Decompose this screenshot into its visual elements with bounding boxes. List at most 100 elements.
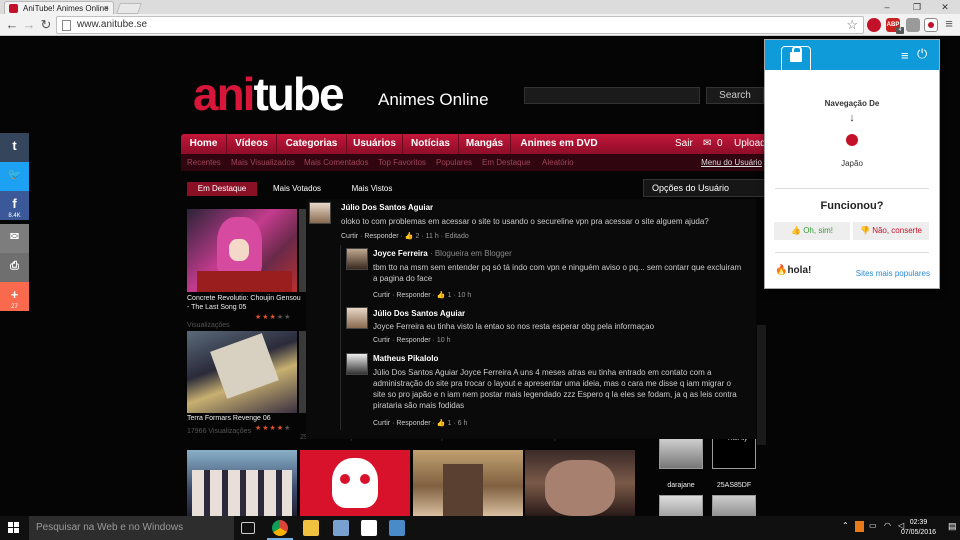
- hola-menu-icon[interactable]: ≡: [901, 48, 909, 63]
- bookmark-star-icon[interactable]: ☆: [846, 17, 858, 33]
- print-share-button[interactable]: ⎙: [0, 253, 29, 282]
- forward-arrow-icon[interactable]: →: [21, 17, 37, 33]
- mail-icon[interactable]: ✉: [703, 134, 711, 154]
- commenter-name[interactable]: Júlio Dos Santos Aguiar: [341, 203, 433, 212]
- country-label[interactable]: Japão: [765, 159, 939, 168]
- user-avatar[interactable]: [712, 495, 756, 516]
- tray-app-icon[interactable]: [855, 521, 864, 532]
- tab-close-icon[interactable]: ×: [104, 3, 109, 13]
- comment-time[interactable]: 10 h: [458, 292, 472, 299]
- video-thumbnail[interactable]: [525, 450, 635, 516]
- facebook-share-button[interactable]: f 8.4K: [0, 191, 29, 220]
- nav-sair[interactable]: Sair: [675, 134, 693, 154]
- reload-icon[interactable]: ↻: [38, 17, 54, 33]
- nav-upload[interactable]: Upload: [734, 134, 766, 154]
- popular-sites-link[interactable]: Sites mais populares: [856, 269, 930, 278]
- power-icon[interactable]: ⏻: [917, 46, 927, 62]
- windows-start-icon[interactable]: [8, 522, 20, 534]
- more-share-button[interactable]: +27: [0, 282, 29, 311]
- store-icon[interactable]: [361, 520, 377, 536]
- commenter-avatar[interactable]: [309, 202, 331, 224]
- site-search-input[interactable]: [524, 87, 700, 104]
- subnav-populares[interactable]: Populares: [436, 154, 472, 171]
- extension-gray-icon[interactable]: [906, 18, 920, 32]
- subnav-em-destaque[interactable]: Em Destaque: [482, 154, 530, 171]
- reply-link[interactable]: Responder: [396, 337, 430, 344]
- close-window-button[interactable]: ✕: [930, 0, 960, 14]
- browser-tab[interactable]: AniTube! Animes Online ×: [4, 1, 114, 14]
- commenter-name[interactable]: Joyce Ferreira · Blogueira em Blogger: [373, 249, 512, 258]
- commenter-avatar[interactable]: [346, 353, 368, 375]
- message-count: 0: [717, 138, 723, 149]
- tray-up-arrow-icon[interactable]: ⌃: [842, 521, 849, 530]
- hola-extension-icon[interactable]: [924, 18, 938, 32]
- subnav-mais-visualizados[interactable]: Mais Visualizados: [231, 154, 295, 171]
- user-menu-link[interactable]: Menu do Usuário: [701, 154, 762, 171]
- tab-mais-vistos[interactable]: Mais Vistos: [337, 182, 407, 196]
- chrome-icon[interactable]: [272, 520, 288, 536]
- like-link[interactable]: Curtir: [373, 420, 390, 427]
- subnav-mais-comentados[interactable]: Mais Comentados: [304, 154, 368, 171]
- tab-em-destaque[interactable]: Em Destaque: [187, 182, 257, 196]
- video-title[interactable]: Terra Formars Revenge 06: [187, 414, 302, 423]
- task-view-icon[interactable]: [241, 522, 255, 534]
- user-avatar[interactable]: [659, 495, 703, 516]
- video-thumbnail[interactable]: [300, 450, 410, 516]
- skull-eye-shape: [340, 474, 350, 484]
- tab-mais-votados[interactable]: Mais Votados: [262, 182, 332, 196]
- share-count: 8.4K: [8, 213, 21, 219]
- nav-usuarios[interactable]: Usuários: [347, 134, 403, 154]
- subnav-aleatorio[interactable]: Aleatório: [542, 154, 574, 171]
- video-title[interactable]: Concrete Revolutio: Choujin Gensou - The…: [187, 294, 302, 312]
- nav-animes-dvd[interactable]: Animes em DVD: [511, 134, 607, 154]
- comment-time[interactable]: 11 h: [426, 233, 439, 240]
- video-thumbnail[interactable]: [187, 331, 297, 413]
- video-thumbnail[interactable]: [413, 450, 523, 516]
- email-share-button[interactable]: ✉: [0, 224, 29, 253]
- battery-icon[interactable]: ▭: [869, 521, 877, 530]
- commenter-avatar[interactable]: [346, 248, 368, 270]
- reply-link[interactable]: Responder: [396, 420, 430, 427]
- no-fix-button[interactable]: 👎 Não, conserte: [853, 222, 929, 240]
- subnav-top-favoritos[interactable]: Top Favoritos: [378, 154, 426, 171]
- taskbar-search-input[interactable]: Pesquisar na Web e no Windows: [29, 516, 234, 540]
- taskbar-clock[interactable]: 02:39 07/05/2016: [901, 518, 936, 538]
- back-arrow-icon[interactable]: ←: [4, 17, 20, 33]
- japan-flag-icon[interactable]: [846, 134, 858, 146]
- yes-button[interactable]: 👍 Oh, sim!: [774, 222, 850, 240]
- file-explorer-icon[interactable]: [303, 520, 319, 536]
- extension-red-icon[interactable]: [867, 18, 881, 32]
- nav-videos[interactable]: Vídeos: [227, 134, 277, 154]
- nav-categorias[interactable]: Categorias: [277, 134, 347, 154]
- video-thumbnail[interactable]: [187, 209, 297, 292]
- tumblr-share-button[interactable]: t: [0, 133, 29, 162]
- subnav-recentes[interactable]: Recentes: [187, 154, 221, 171]
- media-player-icon[interactable]: [333, 520, 349, 536]
- network-app-icon[interactable]: [389, 520, 405, 536]
- notifications-icon[interactable]: ▤: [948, 521, 957, 532]
- nav-home[interactable]: Home: [181, 134, 227, 154]
- like-link[interactable]: Curtir: [373, 292, 390, 299]
- nav-noticias[interactable]: Notícias: [403, 134, 459, 154]
- nav-mangas[interactable]: Mangás: [459, 134, 511, 154]
- commenter-avatar[interactable]: [346, 307, 368, 329]
- user-name[interactable]: 25AS85DF: [699, 482, 769, 489]
- address-bar[interactable]: www.anitube.se ☆: [56, 16, 864, 34]
- video-thumbnail[interactable]: [187, 450, 297, 516]
- comment-time[interactable]: 6 h: [458, 420, 468, 427]
- commenter-name[interactable]: Júlio Dos Santos Aguiar: [373, 309, 465, 318]
- minimize-button[interactable]: –: [872, 0, 902, 14]
- comment-time[interactable]: 10 h: [437, 337, 451, 344]
- commenter-name[interactable]: Matheus Pikalolo: [373, 354, 438, 363]
- twitter-share-button[interactable]: 🐦: [0, 162, 29, 191]
- site-search-button[interactable]: Search: [706, 87, 764, 104]
- menu-hamburger-icon[interactable]: ≡: [941, 16, 957, 32]
- wifi-icon[interactable]: ◠: [884, 521, 891, 530]
- site-logo[interactable]: anitube: [193, 67, 345, 121]
- reply-link[interactable]: Responder: [364, 233, 398, 240]
- maximize-button[interactable]: ❐: [902, 0, 932, 14]
- like-link[interactable]: Curtir: [341, 233, 358, 240]
- new-tab-button[interactable]: [115, 3, 143, 14]
- reply-link[interactable]: Responder: [396, 292, 430, 299]
- like-link[interactable]: Curtir: [373, 337, 390, 344]
